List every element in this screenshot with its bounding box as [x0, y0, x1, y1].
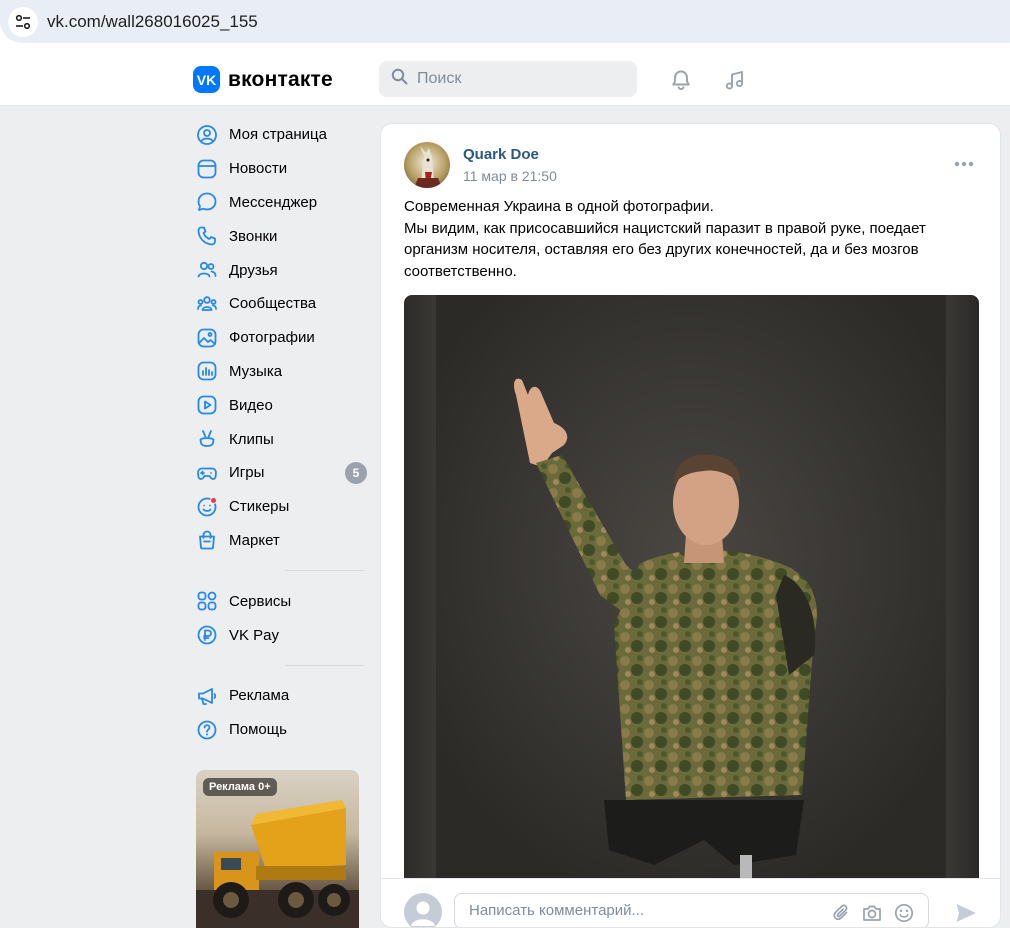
post-text-line: Мы видим, как присосавшийся нацистский п… [404, 219, 926, 237]
sidebar-item-music[interactable]: Музыка [193, 355, 369, 389]
vkpay-icon [196, 624, 218, 646]
sidebar-item-label: Стикеры [229, 498, 290, 516]
sidebar-item-label: Клипы [229, 430, 274, 448]
post-text: Современная Украина в одной фотографии. … [404, 196, 974, 282]
notification-dot [210, 496, 217, 504]
help-icon [196, 719, 218, 741]
message-icon [196, 191, 218, 213]
friends-icon [196, 259, 218, 281]
user-avatar-icon[interactable] [404, 893, 442, 927]
sidebar-item-games[interactable]: Игры 5 [193, 456, 369, 490]
ads-icon [196, 685, 218, 707]
sidebar-item-label: Друзья [229, 261, 278, 279]
sidebar-item-label: Музыка [229, 362, 283, 380]
sidebar-item-stickers[interactable]: Стикеры [193, 490, 369, 524]
vk-logo-mark: VK [193, 66, 220, 93]
sidebar-item-label: Сообщества [229, 295, 317, 313]
url-text[interactable]: vk.com/wall268016025_155 [47, 12, 258, 32]
clips-icon [196, 428, 218, 450]
sidebar-item-label: Видео [229, 396, 273, 414]
sidebar-item-user-circle[interactable]: Моя страница [193, 118, 369, 152]
sidebar-item-label: Маркет [229, 531, 280, 549]
sidebar-item-label: Мессенджер [229, 193, 318, 211]
send-icon[interactable] [954, 901, 978, 925]
post-card: Quark Doe 11 мар в 21:50 Современная Укр… [380, 123, 1001, 928]
post-text-line: организм носителя, оставляя его без друг… [404, 241, 919, 258]
sidebar-item-communities[interactable]: Сообщества [193, 287, 369, 321]
user-circle-icon [196, 124, 218, 146]
sidebar-item-video[interactable]: Видео [193, 388, 369, 422]
search-input[interactable] [417, 70, 617, 88]
games-icon [196, 462, 218, 484]
post-author[interactable]: Quark Doe [463, 146, 539, 163]
sidebar-item-clips[interactable]: Клипы [193, 422, 369, 456]
vk-logo[interactable]: VK вконтакте [193, 66, 333, 93]
post-photo-image [436, 295, 946, 880]
comment-field[interactable] [454, 893, 929, 927]
emoji-icon[interactable] [893, 902, 915, 924]
services-icon [196, 590, 218, 612]
sidebar-item-photo[interactable]: Фотографии [193, 321, 369, 355]
search-box[interactable] [379, 61, 637, 97]
sidebar-item-vkpay[interactable]: VK Pay [193, 618, 369, 652]
sidebar-item-ads[interactable]: Реклама [193, 679, 369, 713]
sidebar-item-label: Игры [229, 464, 265, 482]
comment-input[interactable] [469, 902, 819, 919]
sidebar-item-label: Звонки [229, 227, 278, 245]
sidebar-item-friends[interactable]: Друзья [193, 253, 369, 287]
market-icon [196, 529, 218, 551]
camera-icon[interactable] [861, 902, 883, 924]
sidebar-item-market[interactable]: Маркет [193, 524, 369, 558]
author-avatar[interactable] [404, 142, 450, 188]
site-settings-icon[interactable] [8, 7, 38, 37]
sidebar-item-phone[interactable]: Звонки [193, 219, 369, 253]
attach-icon[interactable] [831, 902, 853, 924]
post-text-line: Современная Украина в одной фотографии. [404, 198, 714, 215]
communities-icon [196, 293, 218, 315]
more-options-icon[interactable] [954, 154, 974, 174]
nav-divider [285, 570, 364, 572]
comment-bar [381, 878, 1000, 927]
sidebar-item-news[interactable]: Новости [193, 152, 369, 186]
vk-header: VK вконтакте [0, 50, 1010, 106]
bell-icon[interactable] [668, 67, 694, 93]
phone-icon [196, 225, 218, 247]
search-icon [391, 68, 408, 90]
post-photo[interactable] [404, 295, 979, 880]
nav-divider [285, 664, 364, 666]
music-icon [196, 360, 218, 382]
sidebar-item-label: Фотографии [229, 329, 315, 347]
sidebar-item-message[interactable]: Мессенджер [193, 186, 369, 220]
sidebar-item-label: VK Pay [229, 626, 280, 644]
sidebar-item-services[interactable]: Сервисы [193, 584, 369, 618]
video-icon [196, 394, 218, 416]
left-nav: Моя страница Новости Мессенджер Звонки Друзь… [193, 118, 369, 747]
sidebar-item-label: Сервисы [229, 592, 292, 610]
address-bar[interactable]: vk.com/wall268016025_155 [0, 0, 1010, 43]
sidebar-item-label: Новости [229, 160, 288, 178]
news-icon [196, 158, 218, 180]
stickers-icon [196, 496, 218, 518]
sidebar-item-label: Моя страница [229, 126, 327, 144]
sidebar-item-label: Помощь [229, 721, 287, 739]
counter-badge: 5 [345, 461, 367, 484]
photo-icon [196, 327, 218, 349]
post-text-line: соответственно. [404, 262, 517, 280]
music-note-icon[interactable] [722, 67, 748, 93]
ad-banner[interactable]: Реклама 0+ [196, 770, 359, 928]
browser-toolbar: vk.com/wall268016025_155 [0, 0, 1010, 50]
post-date[interactable]: 11 мар в 21:50 [463, 168, 557, 184]
vk-logo-text: вконтакте [228, 67, 333, 91]
ad-badge: Реклама 0+ [203, 778, 277, 796]
sidebar-item-help[interactable]: Помощь [193, 713, 369, 747]
sidebar-item-label: Реклама [229, 687, 290, 705]
